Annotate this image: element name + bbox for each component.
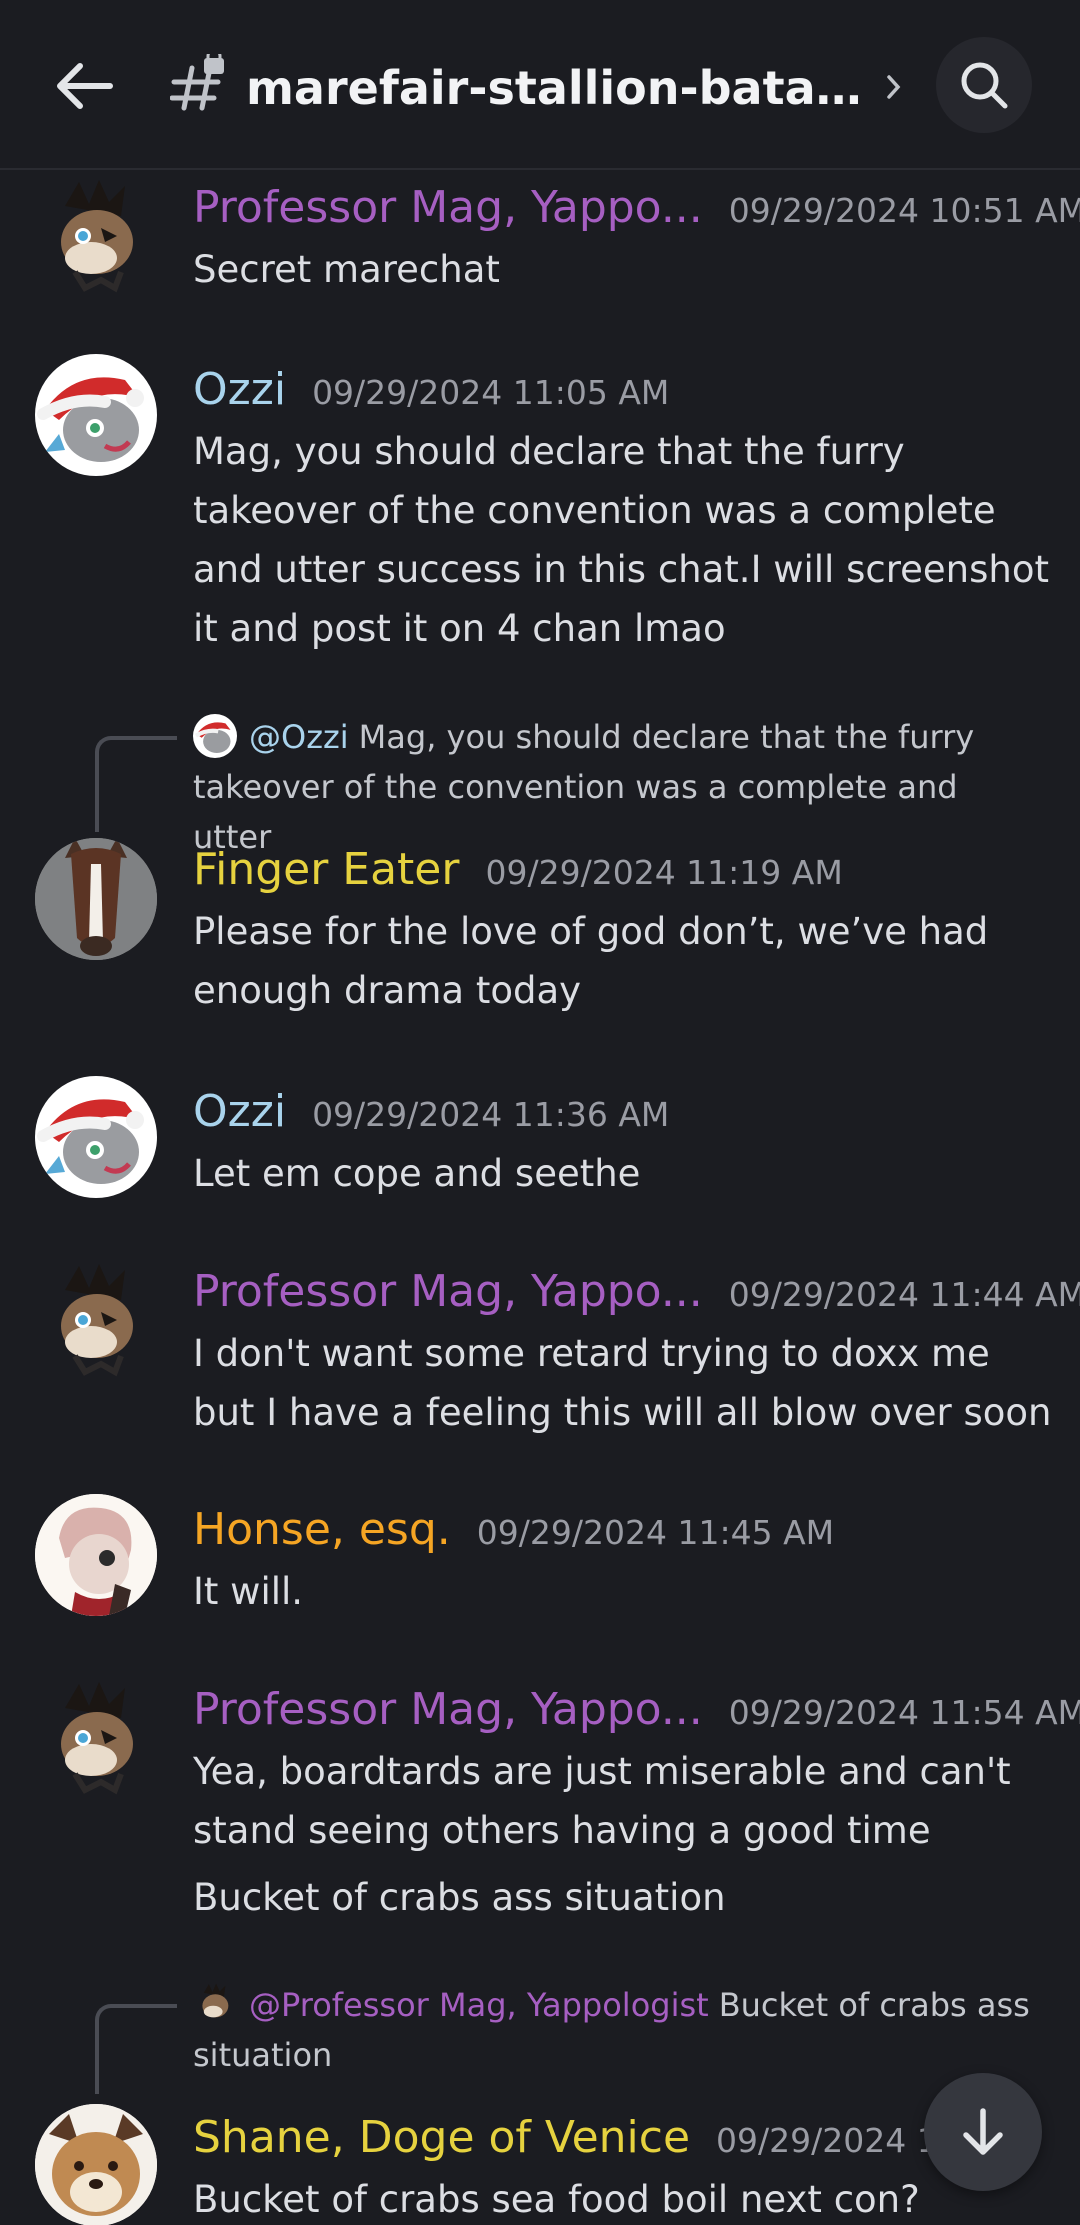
channel-title[interactable]: marefair-stallion-batalli... <box>246 56 876 120</box>
reply-mention[interactable]: @Professor Mag, Yappologist <box>249 1986 709 2024</box>
reply-mention[interactable]: @Ozzi <box>249 718 349 756</box>
hashtag-lock-icon <box>169 48 228 116</box>
channel-header: marefair-stallion-batalli... <box>0 0 1080 170</box>
message-header: Professor Mag, Yappo... 09/29/2024 11:44… <box>193 1266 1080 1317</box>
message-text: I don't want some retard trying to doxx … <box>193 1332 1052 1434</box>
reply-connector <box>95 2004 177 2094</box>
timestamp: 09/29/2024 10:51 AM <box>728 191 1080 230</box>
author-name[interactable]: Finger Eater <box>193 844 459 895</box>
avatar[interactable] <box>35 1260 157 1382</box>
reply-avatar <box>193 1982 237 2026</box>
avatar[interactable] <box>35 1494 157 1616</box>
message-header: Shane, Doge of Venice 09/29/2024 12:0 <box>193 2112 991 2163</box>
author-name[interactable]: Ozzi <box>193 364 286 415</box>
reply-preview[interactable]: @Ozzi Mag, you should declare that the fu… <box>193 712 1043 862</box>
search-icon <box>961 62 1008 109</box>
author-name[interactable]: Professor Mag, Yappo... <box>193 182 703 233</box>
author-name[interactable]: Ozzi <box>193 1086 286 1137</box>
avatar[interactable] <box>35 838 157 960</box>
author-name[interactable]: Professor Mag, Yappo... <box>193 1266 703 1317</box>
message-text: Secret marechat <box>193 248 500 291</box>
message-header: Finger Eater 09/29/2024 11:19 AM <box>193 844 843 895</box>
author-name[interactable]: Professor Mag, Yappo... <box>193 1684 703 1735</box>
jump-to-present-button[interactable] <box>924 2073 1042 2191</box>
author-name[interactable]: Shane, Doge of Venice <box>193 2112 690 2163</box>
avatar[interactable] <box>35 1678 157 1800</box>
message-text: Yea, boardtards are just miserable and c… <box>193 1750 1011 1852</box>
avatar[interactable] <box>35 2104 157 2225</box>
timestamp: 09/29/2024 11:44 AM <box>728 1275 1080 1314</box>
timestamp: 09/29/2024 11:45 AM <box>476 1513 835 1552</box>
message-header: Honse, esq. 09/29/2024 11:45 AM <box>193 1504 834 1555</box>
message-text: It will. <box>193 1570 304 1613</box>
message-header: Professor Mag, Yappo... 09/29/2024 11:54… <box>193 1684 1080 1735</box>
avatar[interactable] <box>35 1076 157 1198</box>
search-button[interactable] <box>936 37 1032 133</box>
message-text: Bucket of crabs sea food boil next con? <box>193 2178 920 2221</box>
message-header: Professor Mag, Yappo... 09/29/2024 10:51… <box>193 182 1080 233</box>
arrow-down-icon <box>963 2108 1003 2155</box>
reply-avatar <box>193 714 237 758</box>
message-text: Bucket of crabs ass situation <box>193 1876 726 1919</box>
message-text: Let em cope and seethe <box>193 1152 641 1195</box>
reply-connector <box>95 736 177 832</box>
reply-preview[interactable]: @Professor Mag, Yappologist Bucket of cra… <box>193 1980 1043 2080</box>
message-header: Ozzi 09/29/2024 11:36 AM <box>193 1086 669 1137</box>
avatar[interactable] <box>35 176 157 298</box>
message-header: Ozzi 09/29/2024 11:05 AM <box>193 364 669 415</box>
timestamp: 09/29/2024 11:54 AM <box>728 1693 1080 1732</box>
avatar[interactable] <box>35 354 157 476</box>
author-name[interactable]: Honse, esq. <box>193 1504 451 1555</box>
message-text: Mag, you should declare that the furry t… <box>193 430 1049 650</box>
back-button[interactable] <box>44 50 124 122</box>
message-text: Please for the love of god don’t, we’ve … <box>193 910 989 1012</box>
arrow-left-icon <box>57 63 113 109</box>
timestamp: 09/29/2024 11:05 AM <box>312 373 670 412</box>
timestamp: 09/29/2024 11:36 AM <box>312 1095 670 1134</box>
chevron-right-icon[interactable] <box>880 62 908 112</box>
timestamp: 09/29/2024 11:19 AM <box>485 853 843 892</box>
